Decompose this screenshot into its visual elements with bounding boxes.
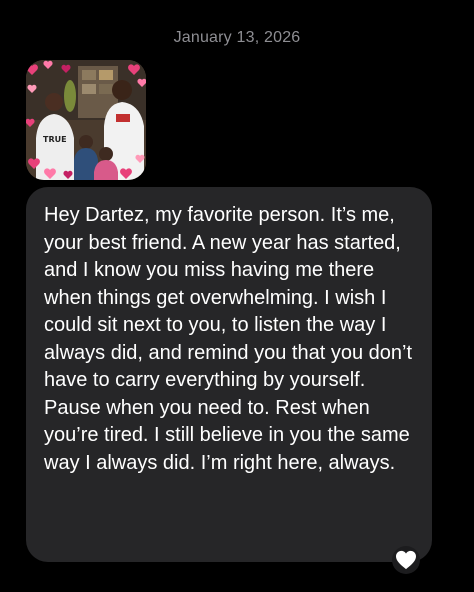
message-text: Hey Dartez, my favorite person. It’s me,… <box>44 204 412 474</box>
photo-attachment[interactable]: TRUE <box>26 60 146 180</box>
heart-reaction[interactable] <box>392 546 420 574</box>
svg-text:TRUE: TRUE <box>43 135 67 144</box>
heart-icon <box>396 550 416 570</box>
message-bubble[interactable]: Hey Dartez, my favorite person. It’s me,… <box>26 187 432 562</box>
family-photo-image: TRUE <box>26 60 146 180</box>
date-header: January 13, 2026 <box>173 29 301 46</box>
